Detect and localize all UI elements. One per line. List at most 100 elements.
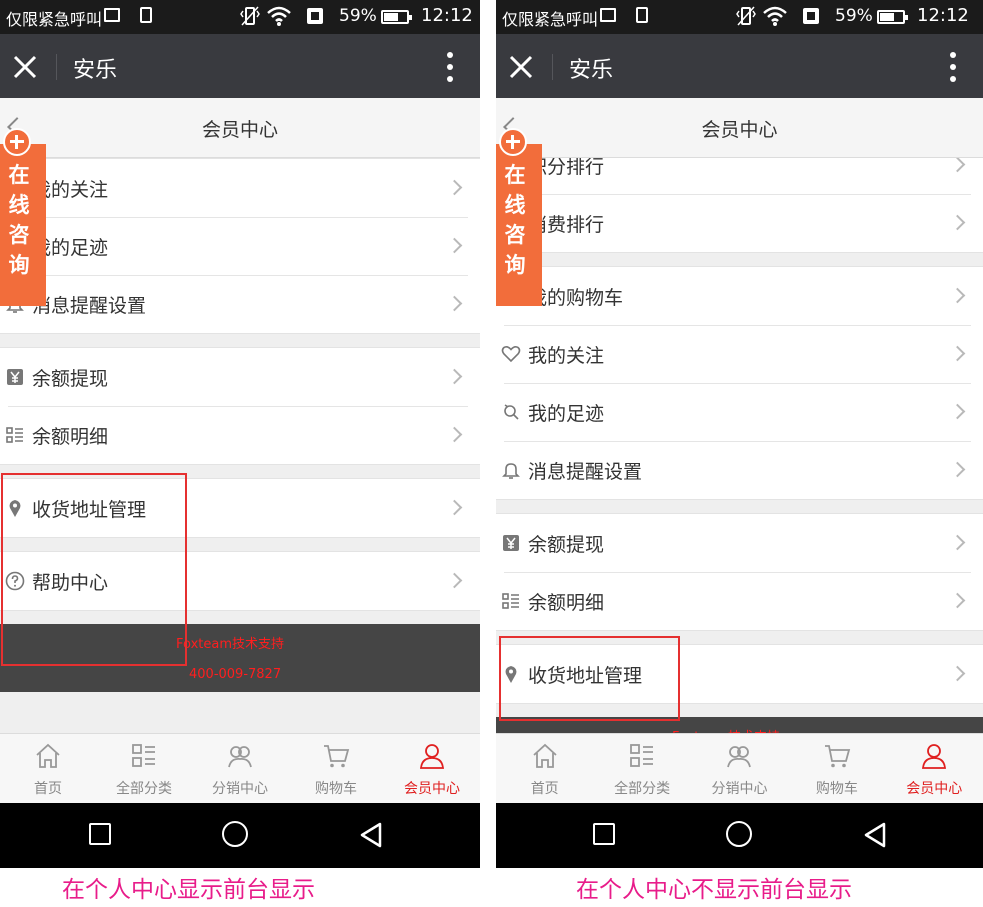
more-menu-icon[interactable] — [949, 52, 957, 82]
menu-row[interactable]: 消费排行 — [496, 194, 983, 252]
bottom-tab-bar: 首页 全部分类 分销中心 购物车 会员中心 — [0, 733, 480, 803]
menu-row-label: 余额明细 — [32, 426, 109, 448]
sim-notification-icon — [140, 7, 152, 23]
tab-label: 会员中心 — [906, 781, 963, 797]
tab-label: 购物车 — [815, 781, 858, 797]
menu-row[interactable]: 我的关注 — [496, 325, 983, 383]
app-title-bar: 安乐 — [496, 34, 983, 98]
status-bar: 仅限紧急呼叫 59% 12:12 — [0, 0, 480, 34]
tab-user[interactable]: 会员中心 — [384, 734, 480, 804]
image-notification-icon — [600, 8, 616, 22]
tab-distribution[interactable]: 分销中心 — [691, 734, 788, 804]
tab-label: 会员中心 — [404, 781, 460, 797]
menu-row[interactable]: 余额提现 — [496, 514, 983, 572]
page-title: 会员中心 — [201, 119, 278, 141]
tab-home[interactable]: 首页 — [0, 734, 96, 804]
menu-row[interactable]: 余额明细 — [496, 572, 983, 630]
menu-row[interactable]: 我的足迹 — [496, 383, 983, 441]
chevron-right-icon — [446, 426, 463, 443]
tab-label: 首页 — [530, 781, 559, 797]
chevron-right-icon — [949, 592, 966, 609]
home-nav-icon[interactable] — [222, 821, 248, 847]
title-divider — [552, 54, 553, 80]
wifi-icon — [267, 6, 291, 26]
list-icon — [5, 425, 25, 445]
battery-percent: 59% — [339, 6, 377, 26]
caption-right: 在个人中心不显示前台显示 — [576, 877, 852, 903]
tab-distribution[interactable]: 分销中心 — [192, 734, 288, 804]
tab-user[interactable]: 会员中心 — [886, 734, 983, 804]
yuan-icon — [501, 533, 521, 553]
recents-icon[interactable] — [89, 823, 111, 845]
nfc-icon — [307, 8, 323, 24]
menu-row[interactable]: 余额提现 — [0, 348, 480, 406]
clock: 12:12 — [917, 5, 969, 26]
tab-cart[interactable]: 购物车 — [288, 734, 384, 804]
wifi-icon — [763, 6, 787, 26]
battery-icon — [381, 10, 412, 24]
tab-home[interactable]: 首页 — [496, 734, 593, 804]
image-notification-icon — [104, 8, 120, 22]
back-nav-icon[interactable] — [862, 821, 888, 849]
chevron-right-icon — [949, 403, 966, 420]
close-icon[interactable] — [12, 54, 38, 80]
menu-row-label: 余额明细 — [528, 592, 605, 614]
menu-group: 积分排行 消费排行 — [496, 158, 983, 253]
distribution-icon — [725, 742, 753, 770]
page-header: 会员中心 — [0, 98, 480, 158]
carrier-text: 仅限紧急呼叫 — [6, 10, 103, 29]
cart-icon — [823, 742, 851, 770]
tab-category[interactable]: 全部分类 — [96, 734, 192, 804]
menu-row[interactable]: 消息提醒设置 — [0, 275, 480, 333]
menu-row[interactable]: 积分排行 — [496, 158, 983, 194]
carrier-text: 仅限紧急呼叫 — [502, 10, 599, 29]
yuan-icon — [5, 367, 25, 387]
app-title-bar: 安乐 — [0, 34, 480, 98]
online-consult-button[interactable]: 在线咨询 — [496, 128, 542, 306]
android-nav-bar — [496, 803, 983, 868]
caption-left: 在个人中心显示前台显示 — [62, 877, 315, 903]
footer-support-text: Foxteam技术支持 — [176, 637, 284, 652]
menu-row[interactable]: 余额明细 — [0, 406, 480, 464]
tab-label: 分销中心 — [212, 781, 268, 797]
menu-row[interactable]: 我的足迹 — [0, 217, 480, 275]
page-header: 会员中心 — [496, 98, 983, 158]
category-icon — [628, 742, 656, 770]
battery-percent: 59% — [835, 6, 873, 26]
bell-icon — [501, 460, 521, 480]
plus-icon — [499, 128, 527, 156]
menu-group: 我的购物车我的关注我的足迹消息提醒设置 — [496, 266, 983, 500]
user-icon — [418, 742, 446, 770]
sim-notification-icon — [636, 7, 648, 23]
tab-label: 全部分类 — [116, 781, 172, 797]
phone-screenshot-right: 仅限紧急呼叫 59% 12:12 安乐 会员中心 积分排行 消费排行 我的购物车 我的… — [496, 0, 983, 868]
chevron-right-icon — [446, 499, 463, 516]
chevron-right-icon — [949, 461, 966, 478]
menu-row-label: 余额提现 — [32, 368, 109, 390]
tab-category[interactable]: 全部分类 — [593, 734, 690, 804]
more-menu-icon[interactable] — [446, 52, 454, 82]
chevron-right-icon — [949, 214, 966, 231]
tab-cart[interactable]: 购物车 — [788, 734, 885, 804]
chevron-right-icon — [949, 287, 966, 304]
online-consult-button[interactable]: 在线咨询 — [0, 128, 46, 306]
close-icon[interactable] — [508, 54, 534, 80]
tab-label: 购物车 — [315, 781, 357, 797]
app-title: 安乐 — [569, 58, 614, 83]
distribution-icon — [226, 742, 254, 770]
menu-row-label: 消息提醒设置 — [528, 461, 643, 483]
menu-row[interactable]: 我的关注 — [0, 159, 480, 217]
recents-icon[interactable] — [593, 823, 615, 845]
menu-row-label: 我的足迹 — [528, 403, 605, 425]
menu-row[interactable]: 消息提醒设置 — [496, 441, 983, 499]
footer-phone-text: 400-009-7827 — [189, 667, 282, 682]
clock: 12:12 — [421, 5, 473, 26]
title-divider — [56, 54, 57, 80]
home-nav-icon[interactable] — [726, 821, 752, 847]
heart-icon — [501, 344, 521, 364]
menu-row-label: 我的关注 — [528, 345, 605, 367]
menu-row[interactable]: 我的购物车 — [496, 267, 983, 325]
consult-label: 在线咨询 — [8, 163, 30, 277]
chevron-right-icon — [949, 534, 966, 551]
back-nav-icon[interactable] — [358, 821, 384, 849]
